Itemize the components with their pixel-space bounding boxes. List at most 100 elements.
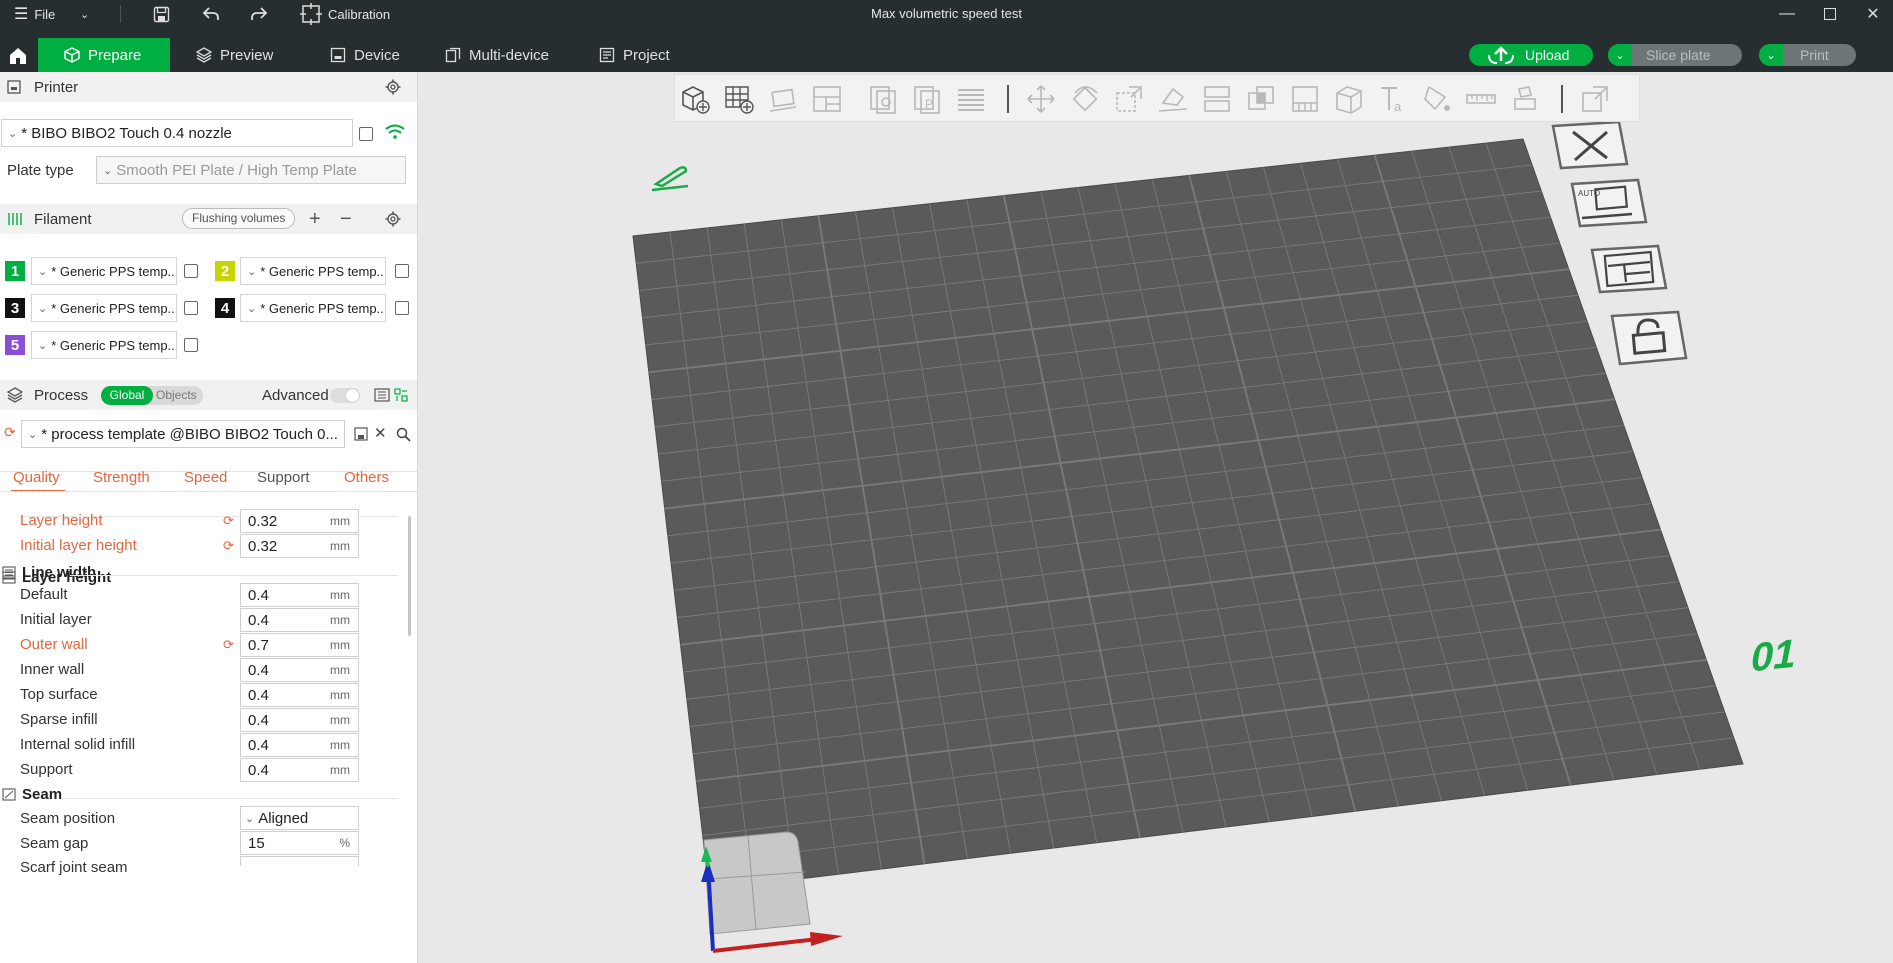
tab-prepare[interactable]: Prepare	[38, 38, 170, 72]
edit-plate-name-icon[interactable]	[650, 162, 692, 194]
support-paint-icon[interactable]	[1289, 83, 1321, 115]
split-parts-icon[interactable]: P	[911, 83, 943, 115]
line-width-outer-wall-input[interactable]: 0.7 mm	[240, 633, 359, 657]
add-filament-button[interactable]: +	[309, 208, 321, 231]
tab-quality[interactable]: Quality	[13, 469, 60, 486]
line-width-support-input[interactable]: 0.4 mm	[240, 758, 359, 782]
edit-printer-icon[interactable]	[359, 127, 373, 141]
tab-support[interactable]: Support	[257, 469, 310, 486]
boolean-icon[interactable]	[1245, 83, 1277, 115]
slice-dropdown-chevron[interactable]: ⌄	[1608, 44, 1632, 66]
measure-icon[interactable]	[1465, 83, 1497, 115]
seam-paint-icon[interactable]	[1333, 83, 1365, 115]
objects-toggle-option[interactable]: Objects	[156, 386, 197, 405]
scarf-joint-seam-select[interactable]	[240, 856, 359, 866]
tab-preview[interactable]: Preview	[196, 38, 273, 72]
slice-plate-button[interactable]: ⌄ Slice plate	[1608, 44, 1742, 66]
remove-filament-button[interactable]: −	[340, 208, 352, 231]
delete-plate-icon[interactable]	[1549, 120, 1629, 172]
reset-value-icon[interactable]: ⟳	[223, 637, 234, 653]
print-button[interactable]: ⌄ Print	[1759, 44, 1856, 66]
build-plate[interactable]	[632, 138, 1744, 891]
arrange-icon[interactable]	[811, 83, 843, 115]
assembly-view-icon[interactable]	[1579, 83, 1611, 115]
filament-slot-1-select[interactable]: ⌄ * Generic PPS temp...	[31, 257, 177, 285]
gear-icon[interactable]	[385, 211, 401, 227]
edit-filament-icon[interactable]	[184, 264, 198, 278]
auto-arrange-plate-icon[interactable]: AUTO	[1568, 178, 1648, 230]
wifi-icon[interactable]	[385, 124, 405, 140]
line-width-internal-solid-infill-input[interactable]: 0.4 mm	[240, 733, 359, 757]
filament-slot-5-select[interactable]: ⌄ * Generic PPS temp...	[31, 331, 177, 359]
add-object-icon[interactable]	[679, 83, 711, 115]
filament-slot-2-select[interactable]: ⌄ * Generic PPS temp...	[240, 257, 386, 285]
tab-others[interactable]: Others	[344, 469, 389, 486]
reset-value-icon[interactable]: ⟳	[223, 538, 234, 554]
reset-preset-icon[interactable]: ⟳	[4, 424, 16, 441]
seam-gap-input[interactable]: 15%	[240, 831, 359, 855]
maximize-button[interactable]	[1808, 0, 1852, 28]
file-menu[interactable]: ☰ File	[14, 0, 55, 28]
reset-value-icon[interactable]: ⟳	[223, 513, 234, 529]
gear-icon[interactable]	[385, 79, 401, 95]
save-button[interactable]	[153, 0, 170, 28]
lay-on-face-icon[interactable]	[1157, 83, 1189, 115]
layers-edit-icon[interactable]	[955, 83, 987, 115]
text-icon[interactable]: a	[1377, 83, 1409, 115]
process-preset-select[interactable]: ⌄ * process template @BIBO BIBO2 Touch 0…	[21, 420, 345, 448]
filament-slot-3-select[interactable]: ⌄ * Generic PPS temp...	[31, 294, 177, 322]
compare-icon[interactable]	[394, 388, 408, 402]
undo-button[interactable]	[202, 0, 220, 28]
tab-project[interactable]: Project	[599, 38, 670, 72]
cut-icon[interactable]	[1201, 83, 1233, 115]
upload-button[interactable]: Upload	[1469, 44, 1593, 66]
list-view-icon[interactable]	[374, 388, 390, 402]
split-objects-icon[interactable]	[867, 83, 899, 115]
print-dropdown-chevron[interactable]: ⌄	[1759, 44, 1783, 66]
edit-filament-icon[interactable]	[184, 338, 198, 352]
advanced-switch[interactable]	[330, 388, 360, 403]
settings-scrollbar[interactable]	[408, 516, 411, 636]
auto-orient-icon[interactable]	[767, 83, 799, 115]
flushing-volumes-button[interactable]: Flushing volumes	[182, 208, 296, 229]
assembly-icon[interactable]	[1509, 83, 1541, 115]
delete-preset-icon[interactable]: ✕	[374, 424, 387, 442]
layer-height-input[interactable]: 0.32 mm	[240, 509, 359, 533]
rotate-icon[interactable]	[1069, 83, 1101, 115]
initial-layer-height-input[interactable]: 0.32 mm	[240, 534, 359, 558]
tab-strength[interactable]: Strength	[93, 469, 150, 486]
lock-plate-icon[interactable]	[1608, 308, 1688, 368]
filament-slot-4-select[interactable]: ⌄ * Generic PPS temp...	[240, 294, 386, 322]
model-object[interactable]	[703, 831, 811, 935]
add-plate-icon[interactable]	[723, 83, 755, 115]
line-width-sparse-infill-input[interactable]: 0.4 mm	[240, 708, 359, 732]
tab-multi-device[interactable]: Multi-device	[445, 38, 549, 72]
global-objects-toggle[interactable]: Global Objects	[101, 386, 203, 405]
tab-device[interactable]: Device	[330, 38, 400, 72]
global-toggle-option[interactable]: Global	[101, 386, 153, 405]
color-paint-icon[interactable]	[1421, 83, 1453, 115]
file-dropdown-chevron[interactable]: ⌄	[80, 0, 89, 28]
close-window-button[interactable]: ✕	[1851, 0, 1893, 28]
move-icon[interactable]	[1025, 83, 1057, 115]
seam-position-select[interactable]: ⌄ Aligned	[240, 806, 359, 830]
calibration-menu[interactable]: Calibration	[300, 0, 390, 28]
3d-viewport[interactable]: 01 AUTO	[418, 72, 1893, 963]
redo-button[interactable]	[250, 0, 268, 28]
save-preset-icon[interactable]	[354, 427, 368, 441]
printer-preset-select[interactable]: ⌄ * BIBO BIBO2 Touch 0.4 nozzle	[1, 119, 353, 147]
line-width-initial-layer-input[interactable]: 0.4 mm	[240, 608, 359, 632]
line-width-default-input[interactable]: 0.4 mm	[240, 583, 359, 607]
plate-type-select[interactable]: ⌄ Smooth PEI Plate / High Temp Plate	[96, 156, 406, 184]
arrange-layout-icon[interactable]	[1588, 244, 1668, 296]
tab-speed[interactable]: Speed	[184, 469, 227, 486]
edit-filament-icon[interactable]	[184, 301, 198, 315]
edit-filament-icon[interactable]	[395, 264, 409, 278]
line-width-inner-wall-input[interactable]: 0.4 mm	[240, 658, 359, 682]
line-width-top-surface-input[interactable]: 0.4 mm	[240, 683, 359, 707]
build-plate-canvas[interactable]	[418, 72, 1893, 963]
minimize-button[interactable]: —	[1765, 0, 1809, 28]
search-icon[interactable]	[396, 427, 411, 442]
scale-icon[interactable]	[1113, 83, 1145, 115]
home-button[interactable]	[0, 38, 36, 72]
